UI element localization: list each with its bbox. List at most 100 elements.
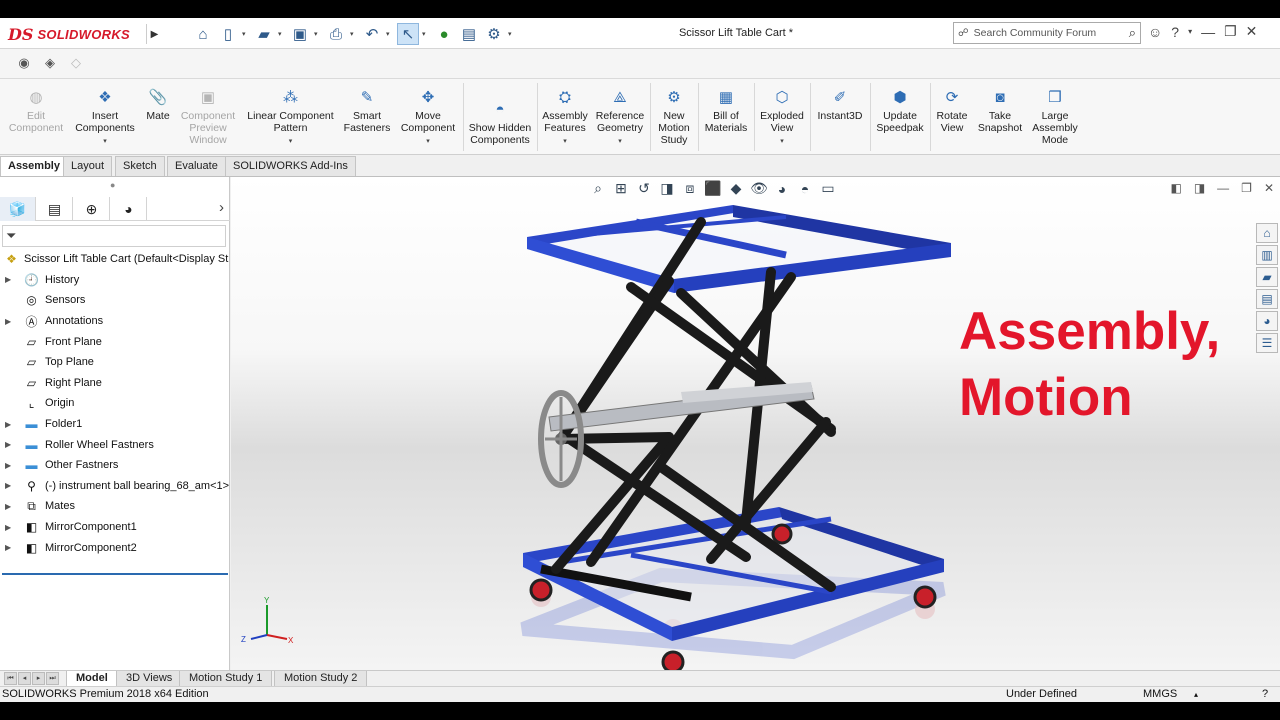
home-icon[interactable]: ⌂ (192, 23, 214, 45)
insert-components-button[interactable]: ❖ Insert Components ▾ (72, 89, 138, 148)
expand-arrow-icon[interactable]: ▶ (5, 275, 11, 284)
first-tab-icon[interactable]: ⏮ (4, 672, 17, 685)
bill-of-materials-button[interactable]: ▦ Bill of Materials (701, 89, 751, 134)
next-tab-icon[interactable]: ▸ (32, 672, 45, 685)
assembly-features-button[interactable]: ⛭ Assembly Features ▾ (540, 89, 590, 148)
large-assembly-mode-button[interactable]: ❒ Large Assembly Mode (1029, 89, 1081, 146)
status-units[interactable]: MMGS (1143, 688, 1177, 700)
tree-item-right-plane[interactable]: ▱ Right Plane (0, 373, 230, 394)
reference-geometry-button[interactable]: ⟁ Reference Geometry ▾ (593, 89, 647, 148)
search-icon[interactable]: ⌕ (1129, 25, 1136, 41)
expand-arrow-icon[interactable]: ▶ (5, 481, 11, 490)
tab-motion-study-1[interactable]: Motion Study 1 (179, 671, 273, 687)
solidworks-logo[interactable]: DS SOLIDWORKS (8, 22, 141, 46)
mate-button[interactable]: 📎 Mate (142, 89, 174, 122)
tree-item-top-plane[interactable]: ▱ Top Plane (0, 352, 230, 373)
expand-arrow-icon[interactable]: ▶ (5, 502, 11, 511)
tree-filter-input[interactable]: ⏷ (2, 225, 226, 247)
tab-motion-study-2[interactable]: Motion Study 2 (274, 671, 368, 687)
tree-item-mirror-component1[interactable]: ▶ ◧ MirrorComponent1 (0, 517, 230, 538)
smart-fasteners-button[interactable]: ✎ Smart Fasteners (341, 89, 393, 134)
tab-solidworks-add-ins[interactable]: SOLIDWORKS Add-Ins (225, 156, 356, 176)
print-dropdown-icon[interactable]: ▾ (350, 30, 358, 38)
expand-arrow-icon[interactable]: ▶ (5, 543, 11, 552)
show-hidden-components-button[interactable]: ◓ Show Hidden Components (466, 101, 534, 146)
print-icon[interactable]: ⎙ (325, 23, 347, 45)
insert-components-dropdown-icon[interactable]: ▾ (72, 136, 138, 148)
edit-component-button[interactable]: ◍ Edit Component (5, 89, 67, 134)
camera-settings-icon[interactable]: ◈ (40, 55, 60, 73)
open-folder-icon[interactable]: ▰ (253, 23, 275, 45)
previous-tab-icon[interactable]: ◂ (18, 672, 31, 685)
file-properties-icon[interactable]: ▤ (458, 23, 480, 45)
close-icon[interactable]: ✕ (1246, 23, 1258, 40)
exploded-view-dropdown-icon[interactable]: ▾ (757, 136, 807, 148)
rollback-bar[interactable] (2, 573, 228, 575)
graphics-area[interactable]: ⌕ ⊞ ↺ ◨ ⧈ ⬛ ◆ 👁 ◕ ◓ ▭ ◧ ◨ — ❐ ✕ ⌂ ▥ ▰ ▤ … (231, 177, 1280, 670)
rotate-view-button[interactable]: ⟳ Rotate View (933, 89, 971, 134)
linear-component-pattern-button[interactable]: ⁂ Linear Component Pattern ▾ (243, 89, 338, 148)
tab-layout[interactable]: Layout (63, 156, 113, 176)
rebuild-traffic-light-icon[interactable]: ● (433, 23, 455, 45)
update-speedpak-button[interactable]: ⬢ Update Speedpak (873, 89, 927, 134)
expand-arrow-icon[interactable]: ▶ (5, 420, 11, 429)
move-component-button[interactable]: ✥ Move Component ▾ (396, 89, 460, 148)
tab-sketch[interactable]: Sketch (115, 156, 165, 176)
user-account-icon[interactable]: ☺ (1148, 24, 1162, 40)
tree-item-history[interactable]: ▶ 🕘 History (0, 270, 230, 291)
options-dropdown-icon[interactable]: ▾ (508, 30, 516, 38)
tab-3d-views[interactable]: 3D Views (116, 671, 183, 687)
restore-icon[interactable]: ❐ (1224, 23, 1237, 40)
tree-item-front-plane[interactable]: ▱ Front Plane (0, 331, 230, 352)
tree-item-origin[interactable]: ⌞ Origin (0, 393, 230, 414)
select-pointer-icon[interactable]: ↖ (397, 23, 419, 45)
instant3d-button[interactable]: ✐ Instant3D (813, 89, 867, 122)
tree-root-assembly[interactable]: ❖ Scissor Lift Table Cart (Default<Displ… (0, 249, 230, 270)
assembly-features-dropdown-icon[interactable]: ▾ (540, 136, 590, 148)
feature-manager-tree-tab-icon[interactable]: 🧊 (0, 197, 36, 221)
search-community-forum-input[interactable]: ☍ Search Community Forum ⌕ (953, 22, 1141, 44)
move-component-dropdown-icon[interactable]: ▾ (396, 136, 460, 148)
status-help-icon[interactable]: ? (1262, 688, 1268, 700)
new-document-icon[interactable]: ▯ (217, 23, 239, 45)
help-icon[interactable]: ? (1171, 24, 1179, 40)
exploded-view-button[interactable]: ⬡ Exploded View ▾ (757, 89, 807, 148)
tree-item-annotations[interactable]: ▶ Ⓐ Annotations (0, 311, 230, 332)
expand-arrow-icon[interactable]: ▶ (5, 440, 11, 449)
undo-icon[interactable]: ↶ (361, 23, 383, 45)
expand-arrow-icon[interactable]: ▶ (5, 461, 11, 470)
save-icon[interactable]: ▣ (289, 23, 311, 45)
new-dropdown-icon[interactable]: ▾ (242, 30, 250, 38)
save-dropdown-icon[interactable]: ▾ (314, 30, 322, 38)
open-dropdown-icon[interactable]: ▾ (278, 30, 286, 38)
tab-assembly[interactable]: Assembly (0, 156, 68, 176)
tab-model[interactable]: Model (66, 671, 118, 687)
expand-arrow-icon[interactable]: ▶ (5, 317, 11, 326)
panel-grip-icon[interactable]: ● (110, 180, 115, 190)
tree-item-mirror-component2[interactable]: ▶ ◧ MirrorComponent2 (0, 537, 230, 558)
expand-arrow-icon[interactable]: ▶ (5, 523, 11, 532)
camera-icon[interactable]: ◉ (14, 55, 34, 73)
new-motion-study-button[interactable]: ⚙ New Motion Study (653, 89, 695, 146)
panel-tabs-more-icon[interactable]: › (219, 199, 224, 216)
take-snapshot-button[interactable]: ◙ Take Snapshot (974, 89, 1026, 134)
tree-item-roller-wheel-fastners[interactable]: ▶ ▬ Roller Wheel Fastners (0, 434, 230, 455)
tree-item-other-fastners[interactable]: ▶ ▬ Other Fastners (0, 455, 230, 476)
property-manager-tab-icon[interactable]: ▤ (37, 197, 73, 221)
tree-item-ball-bearing[interactable]: ▶ ⚲ (-) instrument ball bearing_68_am<1> (0, 476, 230, 497)
units-dropdown-icon[interactable]: ▴ (1194, 690, 1198, 699)
menu-expand-arrow-icon[interactable]: ▶ (146, 24, 162, 44)
undo-dropdown-icon[interactable]: ▾ (386, 30, 394, 38)
display-manager-tab-icon[interactable]: ◕ (111, 197, 147, 221)
reference-geometry-dropdown-icon[interactable]: ▾ (593, 136, 647, 148)
configuration-manager-tab-icon[interactable]: ⊕ (74, 197, 110, 221)
last-tab-icon[interactable]: ⏭ (46, 672, 59, 685)
select-dropdown-icon[interactable]: ▾ (422, 30, 430, 38)
tree-item-folder1[interactable]: ▶ ▬ Folder1 (0, 414, 230, 435)
component-preview-window-button[interactable]: ▣ Component Preview Window (176, 89, 240, 146)
tab-evaluate[interactable]: Evaluate (167, 156, 226, 176)
help-dropdown-icon[interactable]: ▾ (1188, 27, 1192, 36)
linear-pattern-dropdown-icon[interactable]: ▾ (243, 136, 338, 148)
options-gear-icon[interactable]: ⚙ (483, 23, 505, 45)
minimize-icon[interactable]: — (1201, 24, 1215, 40)
